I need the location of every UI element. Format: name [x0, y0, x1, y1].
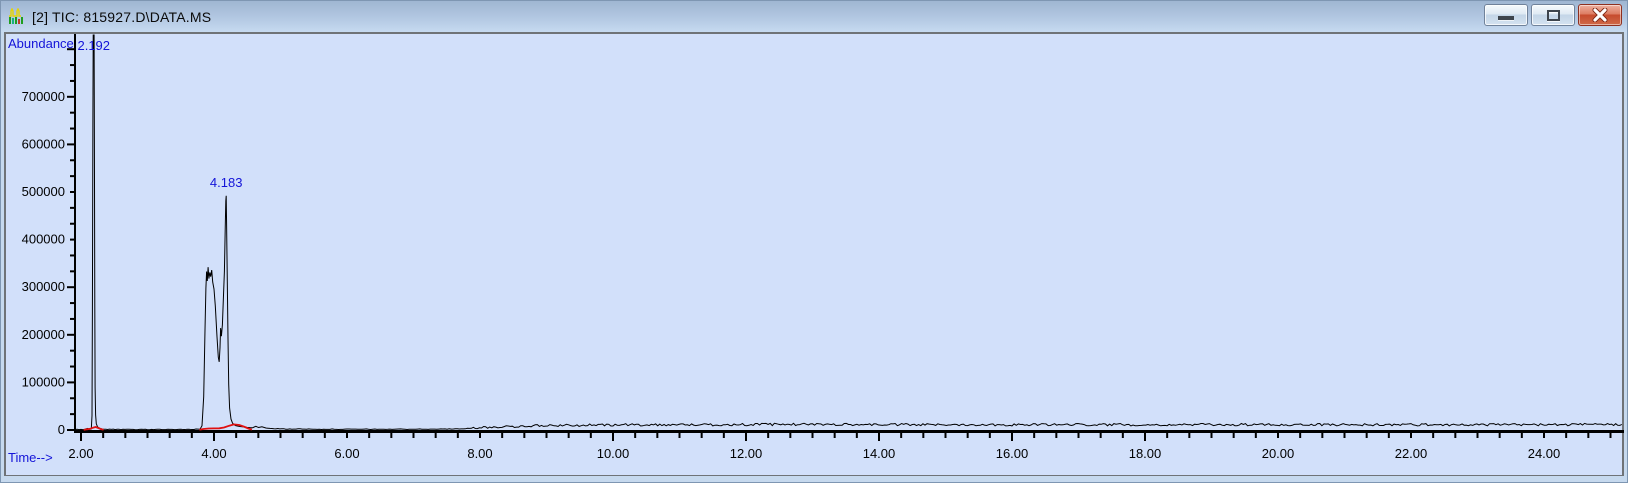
svg-text:200000: 200000 — [22, 327, 65, 342]
window-controls — [1484, 4, 1622, 26]
svg-text:2.192: 2.192 — [77, 38, 110, 53]
svg-text:18.00: 18.00 — [1129, 446, 1162, 461]
chromatogram-plot: 2.00 4.00 6.00 8.00 10.00 12.00 14.00 16.00 18.0… — [8, 34, 1624, 465]
minimize-button[interactable] — [1484, 4, 1528, 26]
svg-text:2.00: 2.00 — [68, 446, 93, 461]
title-bar[interactable]: [2] TIC: 815927.D\DATA.MS — [1, 1, 1627, 32]
svg-text:100000: 100000 — [22, 374, 65, 389]
svg-text:4.183: 4.183 — [210, 175, 243, 190]
svg-text:500000: 500000 — [22, 184, 65, 199]
svg-text:16.00: 16.00 — [996, 446, 1029, 461]
svg-text:Time-->: Time--> — [8, 450, 53, 465]
svg-text:Abundance: Abundance — [8, 36, 74, 51]
restore-icon — [1546, 9, 1560, 21]
chromatogram-icon — [9, 8, 23, 24]
svg-text:14.00: 14.00 — [863, 446, 896, 461]
svg-text:600000: 600000 — [22, 136, 65, 151]
close-button[interactable] — [1578, 4, 1622, 26]
svg-text:700000: 700000 — [22, 89, 65, 104]
plot-frame: 2.00 4.00 6.00 8.00 10.00 12.00 14.00 16.00 18.0… — [4, 32, 1624, 476]
svg-text:22.00: 22.00 — [1395, 446, 1428, 461]
restore-button[interactable] — [1531, 4, 1575, 26]
svg-text:20.00: 20.00 — [1262, 446, 1295, 461]
svg-text:10.00: 10.00 — [597, 446, 630, 461]
svg-text:0: 0 — [58, 422, 65, 437]
minimize-icon — [1498, 15, 1514, 21]
svg-text:8.00: 8.00 — [467, 446, 492, 461]
svg-text:300000: 300000 — [22, 279, 65, 294]
svg-text:4.00: 4.00 — [201, 446, 226, 461]
svg-text:12.00: 12.00 — [730, 446, 763, 461]
chromatogram-window: [2] TIC: 815927.D\DATA.MS 2.00 4.00 6.00 8.… — [0, 0, 1628, 483]
svg-text:400000: 400000 — [22, 232, 65, 247]
window-title: [2] TIC: 815927.D\DATA.MS — [32, 8, 212, 25]
close-icon — [1592, 8, 1608, 22]
svg-text:6.00: 6.00 — [334, 446, 359, 461]
svg-text:24.00: 24.00 — [1528, 446, 1561, 461]
